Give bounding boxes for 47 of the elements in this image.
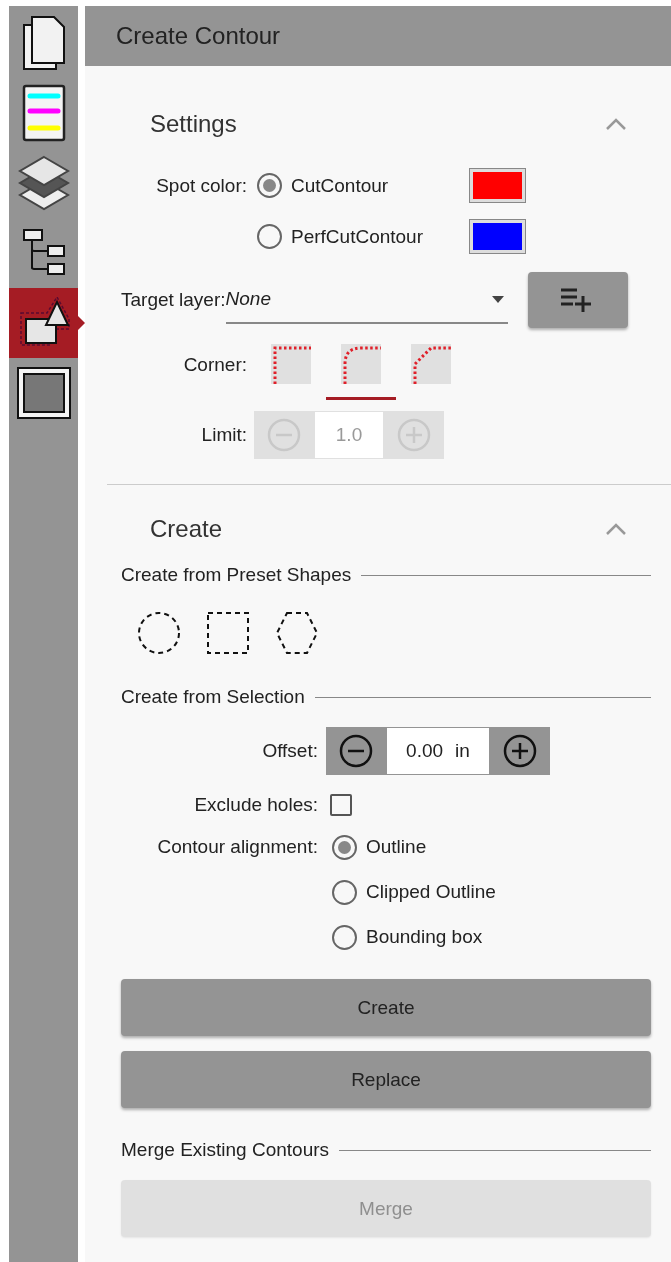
layers-icon	[16, 155, 71, 211]
minus-icon	[339, 734, 373, 768]
field-label: Spot color:	[155, 174, 247, 197]
pages-icon	[21, 15, 66, 71]
section-title: Settings	[150, 110, 237, 138]
bevel-corner-icon	[411, 344, 451, 384]
section-title: Create	[150, 515, 223, 543]
corner-option[interactable]	[326, 344, 396, 400]
action-button[interactable]: Create	[121, 979, 651, 1036]
frame-icon	[15, 366, 72, 420]
color-swatch[interactable]	[469, 168, 526, 203]
field-label: Limit:	[200, 424, 247, 446]
offset-field[interactable]: 0.00 in	[386, 727, 490, 775]
checkbox[interactable]	[330, 794, 352, 816]
square-shape-icon[interactable]	[206, 611, 250, 655]
action-button[interactable]: Replace	[121, 1051, 651, 1108]
radio-option[interactable]: Outline	[332, 829, 496, 865]
dropdown-caret-icon	[491, 295, 504, 303]
square-corner-icon	[271, 344, 311, 384]
hexagon-shape-icon[interactable]	[275, 611, 319, 655]
field-label: Exclude holes:	[193, 794, 318, 816]
subsection-title: Create from Selection	[121, 686, 305, 708]
field-label: Offset:	[261, 740, 318, 762]
collapse-icon[interactable]	[605, 117, 627, 131]
radio-option[interactable]: Bounding box	[332, 919, 496, 955]
radio-option[interactable]: Clipped Outline	[332, 874, 496, 910]
circle-shape-icon[interactable]	[137, 611, 181, 655]
radio-option[interactable]: PerfCutContour	[257, 224, 459, 249]
panel-title: Create Contour	[116, 22, 281, 50]
increase-button[interactable]	[490, 727, 550, 775]
color-list-icon	[21, 84, 66, 142]
field-label: Contour alignment:	[156, 835, 318, 859]
plus-icon	[503, 734, 537, 768]
subsection-title: Create from Preset Shapes	[121, 564, 352, 586]
field-label: Corner:	[182, 354, 247, 376]
subsection-title: Merge Existing Contours	[121, 1139, 330, 1161]
field-label: Target layer:	[121, 289, 226, 311]
collapse-icon[interactable]	[605, 522, 627, 536]
plus-icon	[397, 418, 431, 452]
layer-dropdown[interactable]: None	[225, 276, 508, 324]
radio-option[interactable]: CutContour	[257, 173, 459, 198]
round-corner-icon	[341, 344, 381, 384]
minus-icon	[267, 418, 301, 452]
color-swatch[interactable]	[469, 219, 526, 254]
decrease-button[interactable]	[326, 727, 386, 775]
add-layer-button[interactable]	[527, 272, 628, 328]
tree-icon	[21, 228, 66, 278]
